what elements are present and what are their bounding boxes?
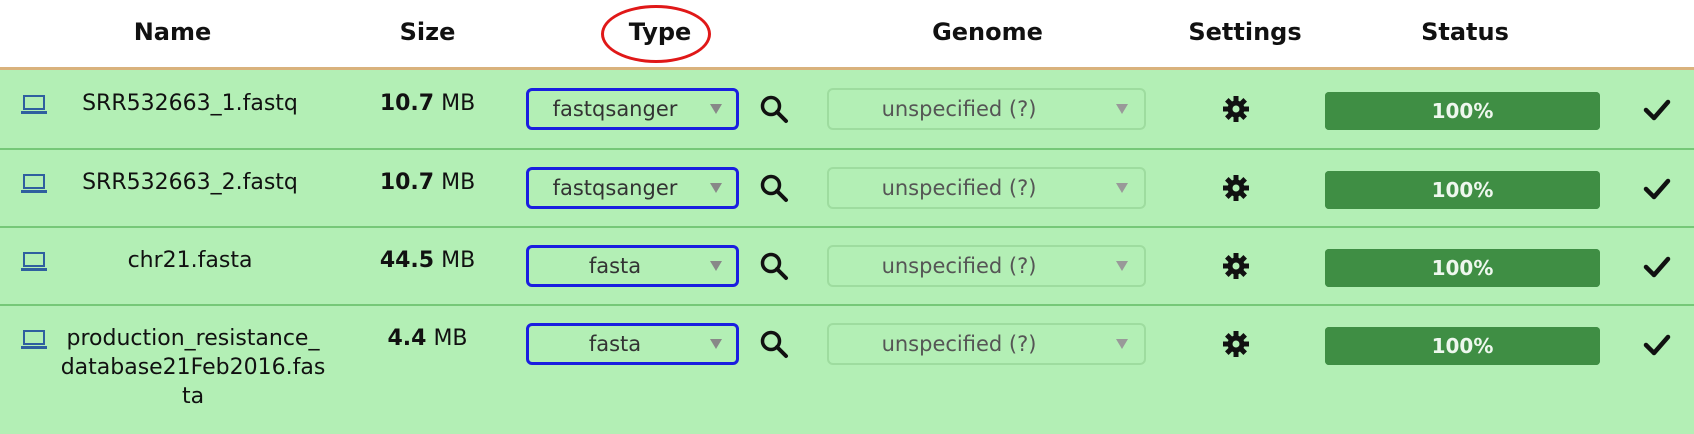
- type-select-value: fasta: [588, 254, 642, 278]
- genome-select[interactable]: unspecified (?): [827, 88, 1146, 130]
- progress-bar: 100%: [1325, 92, 1600, 130]
- genome-select[interactable]: unspecified (?): [827, 323, 1146, 365]
- table-row: SRR532663_1.fastq 10.7 MB fastqsanger un…: [0, 70, 1694, 150]
- genome-select[interactable]: unspecified (?): [827, 245, 1146, 287]
- type-select[interactable]: fastqsanger: [526, 88, 739, 130]
- progress-bar: 100%: [1325, 327, 1600, 365]
- genome-select-value: unspecified (?): [881, 176, 1037, 200]
- column-header-settings: Settings: [1188, 18, 1302, 46]
- progress-bar: 100%: [1325, 171, 1600, 209]
- file-name: SRR532663_1.fastq: [82, 91, 298, 116]
- file-name: production_resistance_ database21Feb2016…: [48, 324, 338, 411]
- type-select[interactable]: fastqsanger: [526, 167, 739, 209]
- laptop-icon: [20, 251, 48, 273]
- chevron-down-icon: [710, 183, 722, 193]
- gear-icon[interactable]: [1222, 252, 1250, 280]
- upload-table-body: SRR532663_1.fastq 10.7 MB fastqsanger un…: [0, 70, 1694, 434]
- progress-label: 100%: [1431, 334, 1494, 358]
- checkmark-icon: [1643, 177, 1671, 201]
- chevron-down-icon: [710, 339, 722, 349]
- column-header-size: Size: [399, 18, 456, 46]
- type-select-value: fasta: [588, 332, 642, 356]
- file-name-line: production_resistance_: [66, 326, 320, 351]
- checkmark-icon: [1643, 98, 1671, 122]
- table-row: SRR532663_2.fastq 10.7 MB fastqsanger un…: [0, 150, 1694, 228]
- file-size: 10.7 MB: [379, 170, 476, 195]
- upload-table-header: Name Size Type Genome Settings Status: [0, 0, 1694, 70]
- genome-select-value: unspecified (?): [881, 97, 1037, 121]
- genome-select-value: unspecified (?): [881, 254, 1037, 278]
- search-icon[interactable]: [759, 251, 789, 281]
- progress-label: 100%: [1431, 256, 1494, 280]
- chevron-down-icon: [710, 104, 722, 114]
- file-name: chr21.fasta: [127, 248, 253, 273]
- chevron-down-icon: [710, 261, 722, 271]
- type-select-value: fastqsanger: [552, 97, 678, 121]
- file-name-line: ta: [181, 384, 205, 409]
- chevron-down-icon: [1116, 104, 1128, 114]
- chevron-down-icon: [1116, 183, 1128, 193]
- column-header-name: Name: [133, 18, 212, 46]
- file-name-line: database21Feb2016.fas: [60, 355, 326, 380]
- column-header-status: Status: [1421, 18, 1509, 46]
- type-select[interactable]: fasta: [526, 323, 739, 365]
- search-icon[interactable]: [759, 329, 789, 359]
- chevron-down-icon: [1116, 261, 1128, 271]
- search-icon[interactable]: [759, 94, 789, 124]
- progress-bar: 100%: [1325, 249, 1600, 287]
- type-select[interactable]: fasta: [526, 245, 739, 287]
- progress-label: 100%: [1431, 99, 1494, 123]
- file-name: SRR532663_2.fastq: [82, 170, 298, 195]
- gear-icon[interactable]: [1222, 174, 1250, 202]
- chevron-down-icon: [1116, 339, 1128, 349]
- gear-icon[interactable]: [1222, 330, 1250, 358]
- column-header-type: Type: [628, 18, 692, 46]
- laptop-icon: [20, 94, 48, 116]
- table-row: chr21.fasta 44.5 MB fasta unspecified (?…: [0, 228, 1694, 306]
- genome-select[interactable]: unspecified (?): [827, 167, 1146, 209]
- checkmark-icon: [1643, 333, 1671, 357]
- progress-label: 100%: [1431, 178, 1494, 202]
- file-size: 10.7 MB: [379, 91, 476, 116]
- checkmark-icon: [1643, 255, 1671, 279]
- column-header-genome: Genome: [932, 18, 1043, 46]
- table-row: production_resistance_ database21Feb2016…: [0, 306, 1694, 434]
- type-select-value: fastqsanger: [552, 176, 678, 200]
- gear-icon[interactable]: [1222, 95, 1250, 123]
- laptop-icon: [20, 173, 48, 195]
- file-size: 44.5 MB: [379, 248, 476, 273]
- genome-select-value: unspecified (?): [881, 332, 1037, 356]
- search-icon[interactable]: [759, 173, 789, 203]
- laptop-icon: [20, 329, 48, 351]
- file-size: 4.4 MB: [387, 326, 468, 351]
